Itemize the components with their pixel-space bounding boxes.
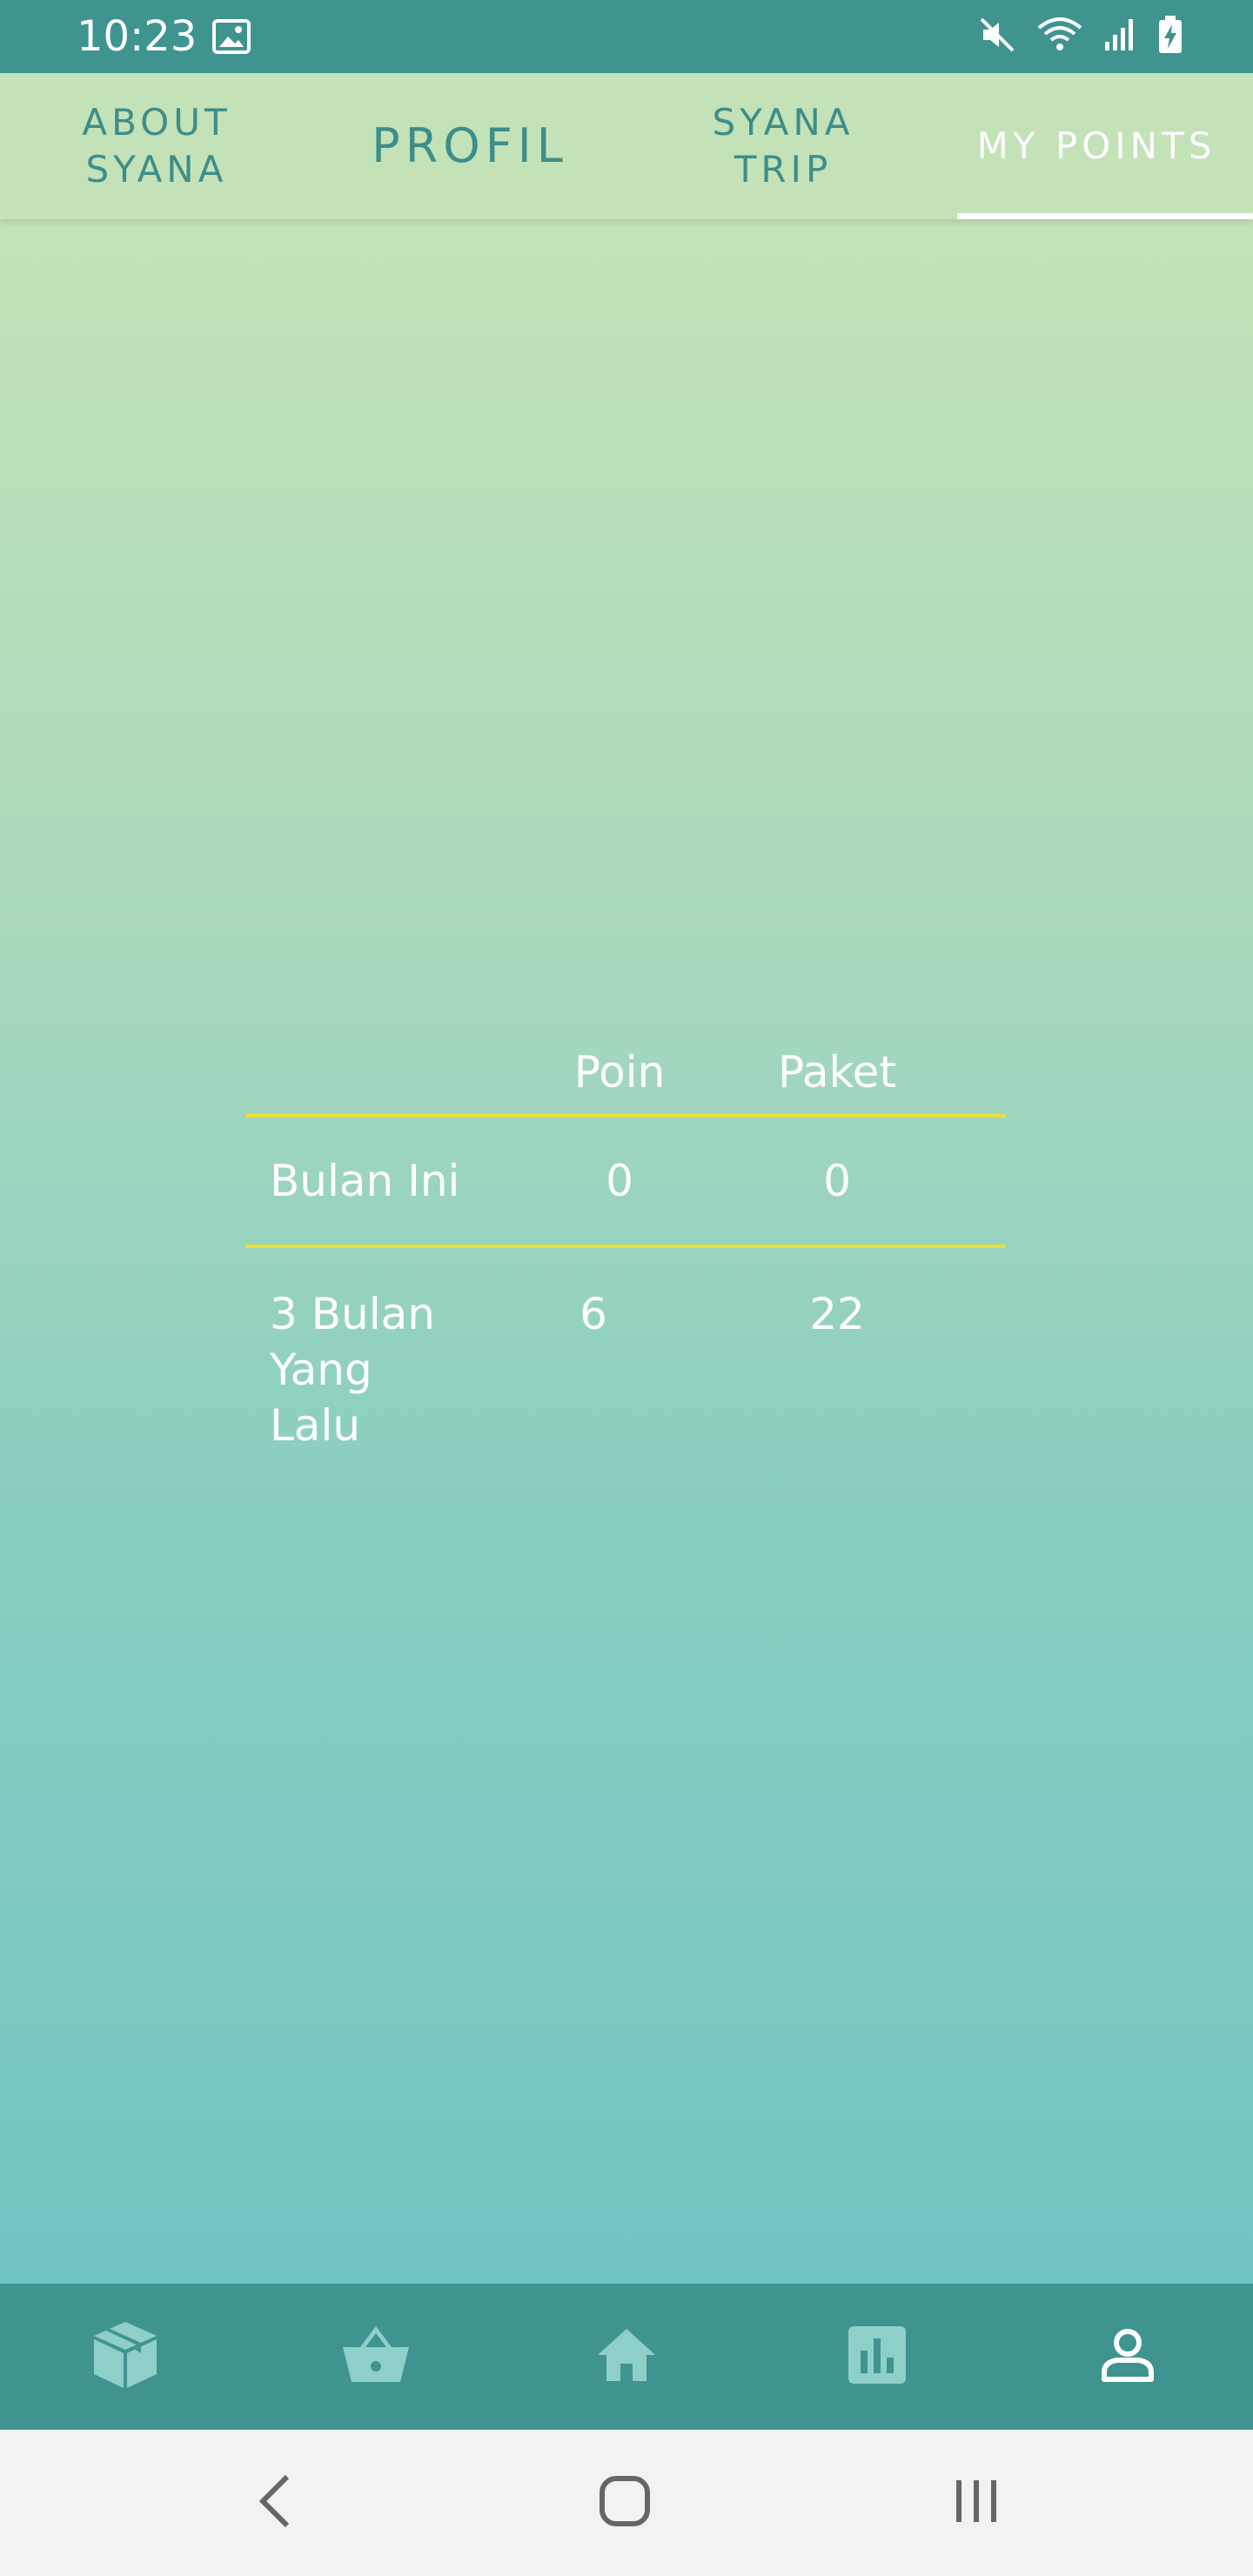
tab-syana-trip-label: SYANA TRIP: [712, 101, 854, 191]
top-tabs: ABOUT SYANA PROFIL SYANA TRIP MY POINTS: [0, 73, 1253, 219]
tab-profil[interactable]: PROFIL: [313, 73, 626, 219]
row-label: Bulan Ini: [270, 1156, 460, 1206]
package-icon: [90, 2318, 160, 2395]
table-row: 3 Bulan Yang Lalu 6 22: [245, 1248, 1006, 1457]
nav-profile[interactable]: [1041, 2284, 1215, 2430]
table-row: Bulan Ini 0 0: [245, 1117, 1006, 1248]
row-paket-value: 22: [809, 1289, 865, 1339]
status-time: 10:23: [77, 12, 198, 61]
system-home-button[interactable]: [590, 2468, 660, 2538]
nav-stats[interactable]: [790, 2284, 964, 2430]
wifi-icon: [1035, 16, 1084, 57]
main-content: Poin Paket Bulan Ini 0 0 3 Bulan Yang La…: [0, 219, 1253, 2284]
tab-about-syana-label: ABOUT SYANA: [82, 101, 231, 191]
system-navigation: [0, 2430, 1253, 2576]
row-label: 3 Bulan Yang Lalu: [270, 1289, 435, 1451]
back-icon: [258, 2473, 292, 2532]
row-paket-value: 0: [823, 1156, 851, 1206]
tab-about-syana[interactable]: ABOUT SYANA: [0, 73, 313, 219]
signal-icon: [1103, 16, 1138, 57]
nav-basket[interactable]: [289, 2284, 463, 2430]
nav-home[interactable]: [539, 2284, 714, 2430]
row-poin-value: 6: [580, 1289, 607, 1339]
table-header-row: Poin Paket: [245, 1030, 1006, 1117]
row-poin-value: 0: [606, 1156, 633, 1206]
nav-package[interactable]: [38, 2284, 212, 2430]
home-icon: [596, 2327, 657, 2386]
recents-icon: [952, 2475, 1001, 2531]
mute-icon: [978, 16, 1016, 57]
system-recents-button[interactable]: [941, 2468, 1011, 2538]
battery-charging-icon: [1157, 16, 1183, 57]
profile-icon: [1100, 2327, 1156, 2386]
tab-my-points-label: MY POINTS: [976, 124, 1216, 167]
basket-icon: [341, 2324, 411, 2389]
tab-my-points[interactable]: MY POINTS: [940, 73, 1253, 219]
system-back-button[interactable]: [240, 2468, 310, 2538]
header-poin: Poin: [573, 1047, 666, 1097]
image-icon: [212, 19, 251, 57]
bottom-navigation: [0, 2284, 1253, 2430]
status-bar: 10:23: [0, 0, 1253, 73]
tab-syana-trip[interactable]: SYANA TRIP: [626, 73, 940, 219]
header-paket: Paket: [777, 1047, 897, 1097]
chart-icon: [847, 2324, 908, 2389]
home-circle-icon: [597, 2473, 653, 2532]
tab-profil-label: PROFIL: [372, 118, 568, 173]
points-table: Poin Paket Bulan Ini 0 0 3 Bulan Yang La…: [245, 1030, 1006, 1457]
